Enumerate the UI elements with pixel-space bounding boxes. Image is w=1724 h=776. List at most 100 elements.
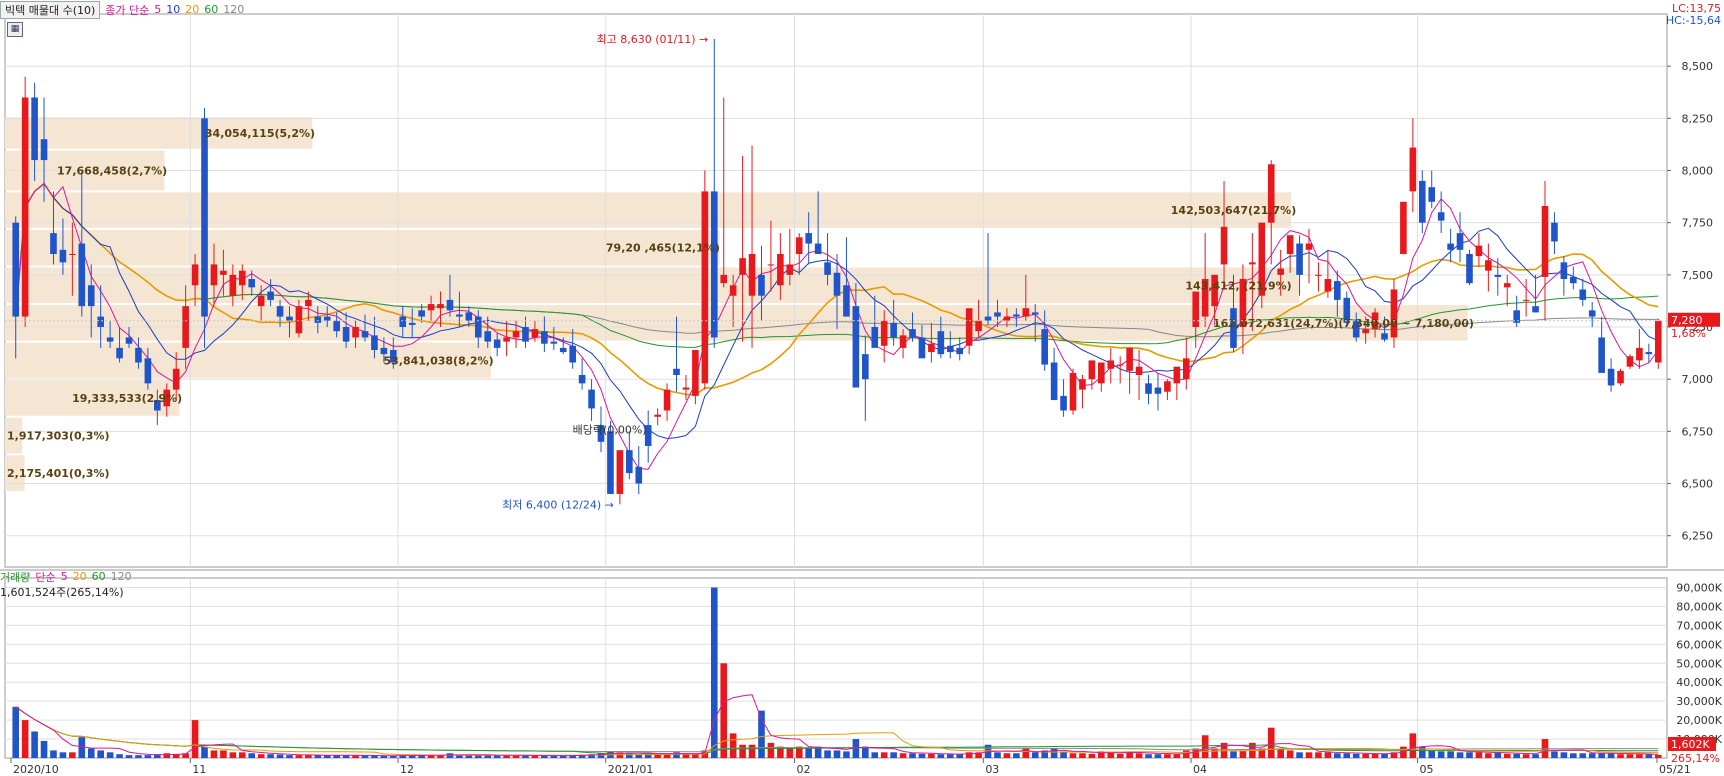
volume-bar: [31, 731, 38, 758]
price-legend: 빅텍 매물대 수(10) 종가 단순 5 10 20 60 120: [0, 0, 245, 19]
candle-body: [1437, 212, 1445, 221]
volume-bar: [97, 750, 104, 758]
candle-body: [305, 299, 312, 307]
candle-body: [824, 262, 831, 275]
price-tick-label: 6,250: [1682, 530, 1714, 543]
candle-body: [31, 97, 38, 161]
candle-body: [710, 191, 718, 338]
volume-bar: [1654, 754, 1662, 758]
candle-body: [899, 335, 907, 348]
volume-tick-label: 60,000K: [1676, 638, 1722, 651]
volume-bar: [1305, 752, 1313, 758]
candle-body: [456, 314, 463, 317]
candle-body: [767, 264, 775, 266]
hc-label: HC:-15,64: [1665, 14, 1721, 27]
candle-body: [692, 349, 699, 396]
candle-body: [1466, 253, 1473, 284]
volume-bar: [163, 753, 171, 758]
candle-body: [1494, 274, 1502, 277]
volume-bar: [295, 755, 303, 758]
candle-body: [286, 316, 293, 321]
candle-body: [739, 258, 746, 275]
candle-body: [21, 97, 29, 317]
volume-bar: [12, 706, 20, 758]
candle: [201, 107, 208, 348]
vma120-label: 120: [110, 570, 132, 583]
candle-body: [1088, 360, 1096, 380]
volume-bar: [446, 753, 454, 758]
volume-bar: [541, 755, 548, 758]
ma5-label: 5: [154, 3, 162, 16]
stock-chart[interactable]: 8,5008,2508,0007,7507,5007,2507,0006,750…: [0, 0, 1724, 776]
candle-body: [210, 264, 218, 286]
volume-bar: [805, 748, 812, 758]
volume-ma-prefix: 단순: [35, 570, 56, 584]
volume-legend: 거래량 단순 5 20 60 120: [0, 569, 132, 584]
volume-profile-label: 17,668,458(2,7%): [57, 165, 167, 178]
volume-bar: [1277, 748, 1284, 758]
candle-body: [946, 345, 954, 353]
candle-body: [352, 327, 359, 338]
candle-body: [909, 329, 916, 338]
candle-body: [1060, 395, 1067, 411]
volume-bar: [1145, 754, 1152, 758]
current-volume-ratio: 265,14%: [1671, 752, 1720, 765]
candle-body: [1390, 289, 1398, 338]
volume-bar: [1324, 752, 1332, 758]
candle-body: [408, 322, 416, 325]
candle-body: [144, 358, 152, 384]
candle-body: [1286, 235, 1294, 254]
volume-profile-label: 19,333,533(2,9%): [72, 392, 182, 405]
candle-body: [40, 139, 48, 161]
volume-bar: [1182, 750, 1190, 758]
table-view-icon[interactable]: ▦: [7, 22, 23, 37]
candle-body: [371, 335, 378, 350]
volume-bar: [1352, 753, 1360, 758]
candle-body: [1296, 243, 1303, 275]
volume-bar: [1588, 753, 1596, 758]
price-tick-label: 6,750: [1682, 425, 1714, 438]
candle-body: [522, 327, 529, 342]
volume-bar: [1522, 754, 1530, 758]
candle-body: [654, 414, 661, 417]
candle-body: [418, 310, 425, 317]
candle-body: [673, 368, 680, 376]
candle-body: [1003, 316, 1011, 321]
candle-body: [1277, 268, 1284, 275]
volume-bar: [1560, 752, 1568, 758]
volume-bar: [1296, 752, 1303, 758]
volume-bar: [59, 752, 67, 758]
volume-bar: [1239, 750, 1247, 758]
candle-body: [1570, 276, 1577, 284]
volume-title[interactable]: 거래량: [0, 569, 30, 585]
volume-bar: [1607, 753, 1615, 758]
volume-bar: [248, 753, 256, 758]
volume-bar: [862, 746, 869, 758]
candle-body: [578, 375, 586, 384]
candle-body: [890, 322, 897, 338]
x-tick-label: 2020/10: [13, 763, 59, 776]
candle-body: [342, 327, 350, 342]
indicator-title[interactable]: 빅텍 매물대 수(10): [0, 0, 101, 19]
candle-body: [616, 450, 624, 494]
volume-tick-label: 90,000K: [1676, 581, 1722, 594]
ma120-label: 120: [223, 3, 245, 16]
vma5-label: 5: [60, 570, 68, 583]
volume-bar: [692, 754, 699, 758]
candle-body: [843, 285, 850, 317]
candle-body: [172, 368, 180, 390]
price-tick-label: 7,750: [1682, 217, 1714, 230]
volume-bar: [276, 754, 284, 758]
volume-tick-label: 40,000K: [1676, 676, 1722, 689]
candle-body: [474, 316, 482, 338]
high-annotation: 최고 8,630 (01/11) →: [597, 33, 709, 46]
candle: [1258, 222, 1266, 309]
volume-tick-label: 70,000K: [1676, 619, 1722, 632]
volume-tick-label: 80,000K: [1676, 600, 1722, 613]
candle: [701, 170, 709, 390]
candle-body: [1645, 352, 1653, 355]
candle-body: [1116, 364, 1124, 366]
volume-bar: [1050, 748, 1058, 758]
volume-bar: [1135, 753, 1143, 758]
candle-body: [1013, 314, 1020, 317]
